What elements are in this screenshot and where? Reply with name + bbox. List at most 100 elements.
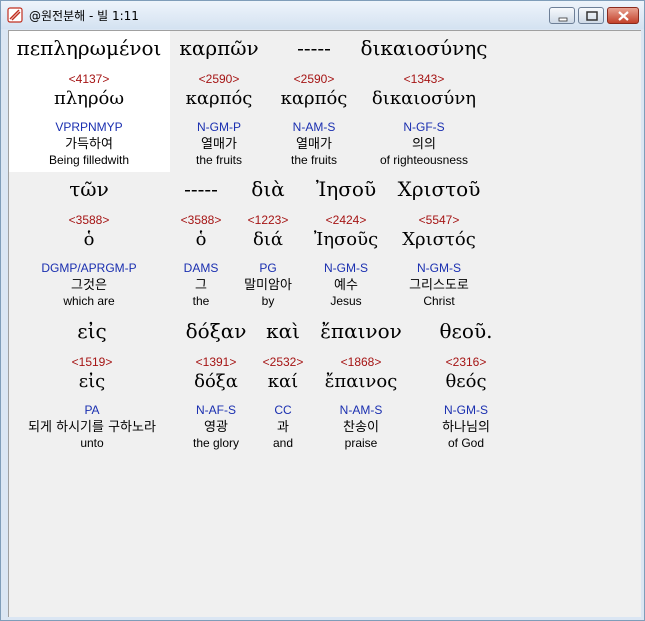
- word-cell[interactable]: θεοῦ. <2316> θεός N-GM-S 하나님의 of God: [413, 319, 519, 451]
- lemma: ὁ: [195, 229, 207, 250]
- greek-word: -----: [297, 36, 331, 60]
- strong-number: <1391>: [195, 355, 237, 369]
- korean-gloss: 열매가: [296, 137, 332, 152]
- english-gloss: the: [192, 294, 210, 308]
- word-cell[interactable]: πεπληρωμένοι <4137> πληρόω VPRPNMYP 가득하여…: [9, 36, 169, 168]
- strong-number: <1343>: [403, 72, 445, 86]
- strong-number: <1519>: [71, 355, 113, 369]
- parsing-code: CC: [274, 403, 292, 417]
- korean-gloss: 예수: [334, 278, 358, 293]
- maximize-button[interactable]: [578, 7, 604, 24]
- lemma: καί: [267, 371, 299, 392]
- english-gloss: by: [261, 294, 275, 308]
- word-cell[interactable]: Ἰησοῦ <2424> Ἰησοῦς N-GM-S 예수 Jesus: [303, 177, 389, 309]
- english-gloss: of God: [447, 436, 485, 450]
- parsing-code: N-GM-S: [444, 403, 488, 417]
- parsing-code: N-AF-S: [196, 403, 236, 417]
- greek-word: -----: [184, 177, 218, 201]
- korean-gloss: 영광: [204, 420, 228, 435]
- minimize-icon: [558, 17, 568, 22]
- strong-number: <2590>: [293, 72, 335, 86]
- korean-gloss: 그: [195, 278, 207, 293]
- word-cell[interactable]: Χριστοῦ <5547> Χριστός N-GM-S 그리스도로 Chri…: [389, 177, 489, 309]
- strong-number: <1223>: [247, 213, 289, 227]
- strong-number: <1868>: [340, 355, 382, 369]
- close-button[interactable]: [607, 7, 639, 24]
- korean-gloss: 가득하여: [65, 137, 113, 152]
- word-cell[interactable]: δικαιοσύνης <1343> δικαιοσύνη N-GF-S 의의 …: [359, 36, 489, 168]
- greek-word: εἰς: [77, 319, 107, 343]
- korean-gloss: 그리스도로: [409, 278, 469, 293]
- lemma: θεός: [445, 371, 487, 392]
- lemma: διά: [252, 229, 284, 250]
- strong-number: <4137>: [68, 72, 110, 86]
- word-cell[interactable]: εἰς <1519> εἰς PA 되게 하시기를 구하노라 unto: [9, 319, 175, 451]
- parsing-code: DAMS: [183, 261, 219, 275]
- korean-gloss: 그것은: [71, 278, 107, 293]
- korean-gloss: 과: [277, 420, 289, 435]
- greek-word: ἔπαινον: [320, 319, 402, 343]
- lemma: ὁ: [83, 229, 95, 250]
- english-gloss: Being filledwith: [48, 153, 130, 167]
- korean-gloss: 열매가: [201, 137, 237, 152]
- english-gloss: and: [272, 436, 294, 450]
- greek-word: διὰ: [251, 177, 285, 201]
- greek-word: θεοῦ.: [439, 319, 493, 343]
- app-logo-icon: [7, 7, 23, 23]
- minimize-button[interactable]: [549, 7, 575, 24]
- english-gloss: the fruits: [195, 153, 243, 167]
- close-icon: [618, 11, 629, 21]
- lemma: εἰς: [78, 371, 106, 392]
- korean-gloss: 하나님의: [442, 420, 490, 435]
- word-cell[interactable]: ἔπαινον <1868> ἔπαινος N-AM-S 찬송이 praise: [309, 319, 413, 451]
- parsing-code: PG: [259, 261, 277, 275]
- strong-number: <2424>: [325, 213, 367, 227]
- english-gloss: praise: [344, 436, 378, 450]
- lemma: καρπός: [280, 88, 348, 109]
- word-cell[interactable]: διὰ <1223> διά PG 말미암아 by: [233, 177, 303, 309]
- word-cell[interactable]: δόξαν <1391> δόξα N-AF-S 영광 the glory: [175, 319, 257, 451]
- korean-gloss: 의의: [412, 137, 436, 152]
- lemma: δικαιοσύνη: [371, 88, 477, 109]
- greek-word: πεπληρωμένοι: [16, 36, 162, 60]
- lemma: καρπός: [185, 88, 253, 109]
- lemma: Ἰησοῦς: [313, 229, 379, 250]
- lemma: ἔπαινος: [324, 371, 398, 392]
- parsing-code: N-GM-P: [197, 120, 241, 134]
- english-gloss: the glory: [192, 436, 240, 450]
- word-cell[interactable]: τῶν <3588> ὁ DGMP/APRGM-P 그것은 which are: [9, 177, 169, 309]
- maximize-icon: [586, 11, 598, 21]
- parsing-code: DGMP/APRGM-P: [41, 261, 137, 275]
- english-gloss: of righteousness: [379, 153, 469, 167]
- greek-word: Ἰησοῦ: [315, 177, 377, 201]
- korean-gloss: 되게 하시기를 구하노라: [28, 420, 156, 435]
- strong-number: <2316>: [445, 355, 487, 369]
- english-gloss: Jesus: [330, 294, 362, 308]
- strong-number: <5547>: [418, 213, 460, 227]
- korean-gloss: 말미암아: [244, 278, 292, 293]
- strong-number: <2590>: [198, 72, 240, 86]
- greek-word: καρπῶν: [179, 36, 259, 60]
- parsing-code: N-GF-S: [403, 120, 445, 134]
- analysis-window: @원전분해 - 빌 1:11 πεπληρωμένοι <4137> πληρό…: [0, 0, 645, 621]
- parsing-code: N-GM-S: [324, 261, 368, 275]
- parsing-code: PA: [84, 403, 100, 417]
- strong-number: <3588>: [68, 213, 110, 227]
- interlinear-panel: πεπληρωμένοι <4137> πληρόω VPRPNMYP 가득하여…: [8, 30, 641, 617]
- greek-word: δικαιοσύνης: [360, 36, 488, 60]
- english-gloss: which are: [63, 294, 115, 308]
- english-gloss: unto: [80, 436, 104, 450]
- word-cell[interactable]: ----- <3588> ὁ DAMS 그 the: [169, 177, 233, 309]
- english-gloss: Christ: [423, 294, 455, 308]
- greek-word: δόξαν: [185, 319, 247, 343]
- parsing-code: VPRPNMYP: [55, 120, 123, 134]
- greek-word: τῶν: [69, 177, 109, 201]
- parsing-code: N-GM-S: [417, 261, 461, 275]
- word-cell[interactable]: καὶ <2532> καί CC 과 and: [257, 319, 309, 451]
- word-cell[interactable]: καρπῶν <2590> καρπός N-GM-P 열매가 the frui…: [169, 36, 269, 168]
- strong-number: <3588>: [180, 213, 222, 227]
- parsing-code: N-AM-S: [292, 120, 336, 134]
- word-cell[interactable]: ----- <2590> καρπός N-AM-S 열매가 the fruit…: [269, 36, 359, 168]
- title-bar[interactable]: @원전분해 - 빌 1:11: [1, 1, 644, 29]
- lemma: πληρόω: [53, 88, 125, 109]
